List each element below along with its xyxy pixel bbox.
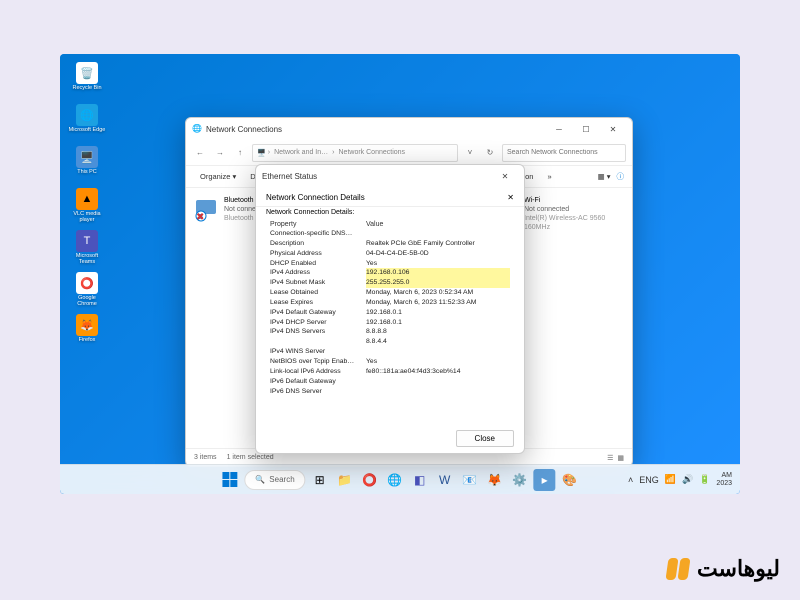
dialog-title: Ethernet Status xyxy=(262,172,317,181)
tray-chevron-icon[interactable]: ˄ xyxy=(628,475,633,485)
clock[interactable]: AM 2023 xyxy=(716,472,732,487)
forward-button[interactable]: → xyxy=(212,145,228,161)
property-row: Connection-specific DNS… xyxy=(270,229,510,239)
window-title: Network Connections xyxy=(206,125,282,134)
app2-icon[interactable]: 📧 xyxy=(459,469,481,491)
task-view-icon[interactable]: ⊞ xyxy=(309,469,331,491)
view-large-icon[interactable]: ▦ xyxy=(617,454,624,462)
maximize-button[interactable]: ☐ xyxy=(573,120,599,138)
wifi-tray-icon[interactable]: 📶 xyxy=(665,474,676,485)
desktop-icon-edge[interactable]: 🌐Microsoft Edge xyxy=(68,104,106,140)
close-button[interactable]: Close xyxy=(456,430,514,447)
breadcrumb[interactable]: 🖥️ › Network and In… › Network Connectio… xyxy=(252,144,458,162)
organize-button[interactable]: Organize ▾ xyxy=(194,170,242,183)
property-row: NetBIOS over Tcpip Enab…Yes xyxy=(270,357,510,367)
dialog-subtitle: Network Connection Details xyxy=(266,193,365,202)
chrome-taskbar-icon[interactable]: ⭕ xyxy=(359,469,381,491)
app-icon[interactable]: ◧ xyxy=(409,469,431,491)
property-row: IPv4 DHCP Server192.168.0.1 xyxy=(270,318,510,328)
property-row: IPv4 Default Gateway192.168.0.1 xyxy=(270,308,510,318)
details-label: Network Connection Details: xyxy=(256,207,524,218)
property-header: PropertyValue xyxy=(256,218,524,229)
start-button[interactable] xyxy=(219,469,241,491)
app3-icon[interactable]: ⚙️ xyxy=(509,469,531,491)
firefox-taskbar-icon[interactable]: 🦊 xyxy=(484,469,506,491)
titlebar[interactable]: 🌐 Network Connections ─ ☐ ✕ xyxy=(186,118,632,140)
property-row: Lease ExpiresMonday, March 6, 2023 11:52… xyxy=(270,298,510,308)
dropdown-button[interactable]: ˅ xyxy=(462,145,478,161)
taskbar-search[interactable]: 🔍 Search xyxy=(244,470,305,490)
more-button[interactable]: » xyxy=(541,170,557,183)
app4-icon[interactable]: ▸ xyxy=(534,469,556,491)
dialog-titlebar[interactable]: Ethernet Status ✕ xyxy=(256,165,524,187)
property-row: DHCP EnabledYes xyxy=(270,259,510,269)
language-icon[interactable]: ENG xyxy=(639,475,659,485)
network-icon: 🌐 xyxy=(192,124,202,134)
close-button[interactable]: ✕ xyxy=(600,120,626,138)
property-row: IPv4 Subnet Mask255.255.255.0 xyxy=(270,278,510,288)
properties-list: Connection-specific DNS…DescriptionRealt… xyxy=(256,229,524,396)
property-row: IPv6 DNS Server xyxy=(270,387,510,397)
desktop-icon-vlc[interactable]: ▲VLC media player xyxy=(68,188,106,224)
dialog-inner-close[interactable]: ✕ xyxy=(507,193,514,202)
property-row: IPv4 Address192.168.0.106 xyxy=(270,268,510,278)
view-details-icon[interactable]: ☰ xyxy=(607,454,613,462)
property-row: IPv6 Default Gateway xyxy=(270,377,510,387)
property-row: Lease ObtainedMonday, March 6, 2023 0:52… xyxy=(270,288,510,298)
desktop-icon-recycle[interactable]: 🗑️Recycle Bin xyxy=(68,62,106,98)
help-button[interactable]: ⓘ xyxy=(617,171,625,182)
desktop-icon-thispc[interactable]: 🖥️This PC xyxy=(68,146,106,182)
refresh-button[interactable]: ↻ xyxy=(482,145,498,161)
desktop-icon-chrome[interactable]: ⭕Google Chrome xyxy=(68,272,106,308)
bluetooth-icon: B✖ xyxy=(194,196,220,222)
dialog-close-button[interactable]: ✕ xyxy=(492,167,518,185)
svg-text:✖: ✖ xyxy=(196,212,204,222)
volume-icon[interactable]: 🔊 xyxy=(682,474,693,485)
property-row: IPv4 WINS Server xyxy=(270,347,510,357)
property-row: DescriptionRealtek PCIe GbE Family Contr… xyxy=(270,239,510,249)
minimize-button[interactable]: ─ xyxy=(546,120,572,138)
property-row: Physical Address04-D4-C4-DE-5B-0D xyxy=(270,249,510,259)
app5-icon[interactable]: 🎨 xyxy=(559,469,581,491)
property-row: 8.8.4.4 xyxy=(270,337,510,347)
watermark-logo-icon xyxy=(665,556,691,582)
view-icons-button[interactable]: ▦ ▾ xyxy=(598,172,611,181)
property-row: IPv4 DNS Servers8.8.8.8 xyxy=(270,327,510,337)
taskbar: 🔍 Search ⊞ 📁 ⭕ 🌐 ◧ W 📧 🦊 ⚙️ ▸ 🎨 ˄ ENG 📶 … xyxy=(60,464,740,494)
watermark: لیوهاست xyxy=(665,556,780,582)
back-button[interactable]: ← xyxy=(192,145,208,161)
desktop-icon-teams[interactable]: TMicrosoft Teams xyxy=(68,230,106,266)
system-tray: ˄ ENG 📶 🔊 🔋 AM 2023 xyxy=(628,472,740,487)
search-input[interactable] xyxy=(502,144,626,162)
property-row: Link-local IPv6 Addressfe80::181a:ae04:f… xyxy=(270,367,510,377)
explorer-icon[interactable]: 📁 xyxy=(334,469,356,491)
desktop-wallpaper: 🗑️Recycle Bin 🌐Microsoft Edge 🖥️This PC … xyxy=(60,54,740,494)
edge-taskbar-icon[interactable]: 🌐 xyxy=(384,469,406,491)
battery-icon[interactable]: 🔋 xyxy=(699,474,710,485)
ethernet-status-dialog: Ethernet Status ✕ Network Connection Det… xyxy=(255,164,525,454)
desktop-icons: 🗑️Recycle Bin 🌐Microsoft Edge 🖥️This PC … xyxy=(68,62,106,350)
up-button[interactable]: ↑ xyxy=(232,145,248,161)
nav-bar: ← → ↑ 🖥️ › Network and In… › Network Con… xyxy=(186,140,632,166)
word-icon[interactable]: W xyxy=(434,469,456,491)
desktop-icon-firefox[interactable]: 🦊Firefox xyxy=(68,314,106,350)
